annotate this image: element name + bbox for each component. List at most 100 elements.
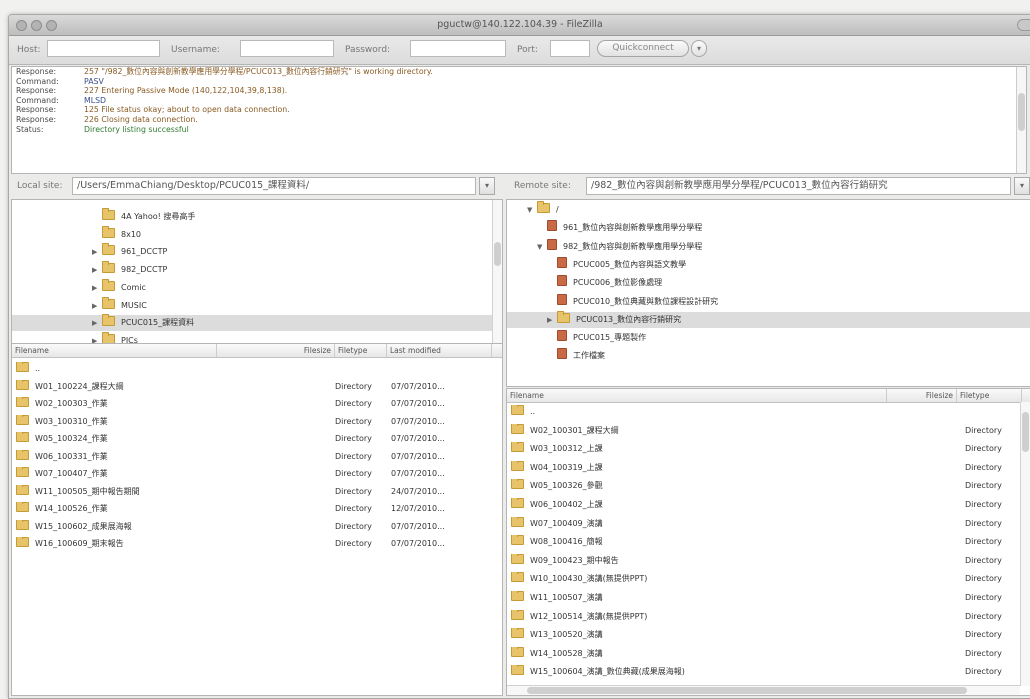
remote-list-hscrollbar-thumb[interactable]	[527, 687, 967, 694]
table-row[interactable]: W14_100526_作業 Directory 12/07/2010...	[12, 502, 502, 516]
remote-col-filename[interactable]: Filename	[507, 389, 887, 402]
local-col-filename[interactable]: Filename	[12, 344, 217, 357]
table-row[interactable]: W10_100430_演講(無提供PPT) Directory	[507, 572, 1020, 586]
folder-icon	[511, 498, 524, 508]
table-row[interactable]: W01_100224_課程大綱 Directory 07/07/2010...	[12, 379, 502, 394]
tree-node[interactable]: 4A Yahoo! 搜尋高手	[12, 208, 492, 225]
tree-node[interactable]: 8x10	[12, 225, 492, 243]
remote-file-list[interactable]: Filename Filesize Filetype .. W02_100301_…	[506, 388, 1030, 696]
table-row[interactable]: W09_100423_期中報告 Directory	[507, 553, 1020, 568]
tree-node[interactable]: ▶ PCUC013_數位內容行銷研究	[507, 310, 1030, 328]
disclosure-expanded-icon[interactable]: ▼	[537, 239, 547, 255]
port-input[interactable]	[550, 40, 590, 57]
local-tree-scrollbar-thumb[interactable]	[494, 242, 501, 266]
tree-node[interactable]: 961_數位內容與創新教學應用學分學程	[507, 220, 1030, 236]
table-row[interactable]: ..	[12, 362, 502, 376]
table-row[interactable]: W16_100609_期末報告 Directory 07/07/2010...	[12, 537, 502, 551]
file-name: W07_100409_演講	[530, 518, 603, 528]
local-col-filetype[interactable]: Filetype	[335, 344, 387, 357]
table-row[interactable]: W07_100409_演講 Directory	[507, 516, 1020, 531]
remote-site-path-field[interactable]: /982_數位內容與創新教學應用學分學程/PCUC013_數位內容行銷研究	[586, 177, 1011, 195]
tree-node[interactable]: ▼ 982_數位內容與創新教學應用學分學程	[507, 238, 1030, 255]
file-name: W11_100507_演講	[530, 593, 603, 602]
table-row[interactable]: W11_100507_演講 Directory	[507, 591, 1020, 605]
disclosure-collapsed-icon[interactable]: ▶	[92, 244, 102, 260]
username-label: Username:	[171, 45, 220, 55]
file-name: ..	[530, 407, 536, 416]
table-row[interactable]: W14_100528_演講 Directory	[507, 646, 1020, 661]
tree-node[interactable]: 工作檔案	[507, 348, 1030, 364]
table-row[interactable]: W06_100331_作業 Directory 07/07/2010...	[12, 449, 502, 464]
title-bar: pguctw@140.122.104.39 - FileZilla	[9, 15, 1030, 36]
disclosure-collapsed-icon[interactable]: ▶	[92, 298, 102, 314]
remote-list-scrollbar-thumb[interactable]	[1022, 412, 1029, 452]
table-row[interactable]: W05_100324_作業 Directory 07/07/2010...	[12, 432, 502, 446]
local-col-filesize[interactable]: Filesize	[217, 344, 335, 357]
disclosure-expanded-icon[interactable]: ▼	[527, 202, 537, 218]
remote-col-filetype[interactable]: Filetype	[957, 389, 1022, 402]
tree-node[interactable]: ▶ 982_DCCTP	[12, 261, 492, 278]
folder-icon	[537, 201, 550, 213]
file-type-cell: Directory	[965, 518, 1002, 528]
table-row[interactable]: W12_100514_演講(無提供PPT) Directory	[507, 609, 1020, 624]
remote-directory-tree[interactable]: ▼/ 961_數位內容與創新教學應用學分學程 ▼ 982_數位內容與創新教學應用學分學…	[506, 199, 1030, 387]
message-log[interactable]: Response: 257 "/982_數位內容與創新教學應用學分學程/PCUC0…	[11, 66, 1027, 174]
table-row[interactable]: W11_100505_期中報告期間 Directory 24/07/2010...	[12, 484, 502, 499]
disclosure-collapsed-icon[interactable]: ▶	[92, 315, 102, 331]
quickconnect-button[interactable]: Quickconnect	[597, 40, 689, 57]
file-name: W07_100407_作業	[35, 469, 108, 478]
table-row[interactable]: W05_100326_參觀 Directory	[507, 479, 1020, 493]
tree-node[interactable]: PCUC010_數位典藏與數位課程設計研究	[507, 293, 1030, 310]
log-scrollbar[interactable]	[1016, 67, 1026, 173]
chevron-down-icon: ▾	[696, 44, 701, 53]
table-row[interactable]: W13_100520_演講 Directory	[507, 628, 1020, 642]
file-type-cell: Directory	[965, 555, 1002, 565]
table-row[interactable]: W03_100312_上課 Directory	[507, 442, 1020, 456]
table-row[interactable]: W04_100319_上課 Directory	[507, 460, 1020, 475]
tree-node-label: PCUC010_數位典藏與數位課程設計研究	[573, 296, 719, 306]
toolbar-toggle-button[interactable]	[1017, 19, 1030, 31]
tree-node[interactable]: PCUC005_數位內容與語文教學	[507, 256, 1030, 273]
password-input[interactable]	[410, 40, 506, 57]
tree-node[interactable]: ▶ 961_DCCTP	[12, 243, 492, 260]
table-row[interactable]: W15_100602_成果展海報 Directory 07/07/2010...	[12, 519, 502, 534]
disclosure-collapsed-icon[interactable]: ▶	[92, 280, 102, 296]
file-modified-cell: 07/07/2010...	[391, 381, 445, 391]
file-name: W04_100319_上課	[530, 462, 603, 472]
table-row[interactable]: W02_100303_作業 Directory 07/07/2010...	[12, 397, 502, 411]
log-scrollbar-thumb[interactable]	[1018, 93, 1025, 131]
table-row[interactable]: W07_100407_作業 Directory 07/07/2010...	[12, 467, 502, 481]
local-tree-scrollbar[interactable]	[492, 200, 502, 348]
tree-node[interactable]: PCUC006_數位影像處理	[507, 275, 1030, 291]
table-row[interactable]: W03_100310_作業 Directory 07/07/2010...	[12, 414, 502, 429]
tree-node[interactable]: PCUC015_專題製作	[507, 330, 1030, 346]
table-row[interactable]: W02_100301_課程大綱 Directory	[507, 423, 1020, 438]
tree-node[interactable]: ▶ MUSIC	[12, 296, 492, 314]
tree-node-label: PCUC013_數位內容行銷研究	[576, 314, 682, 324]
local-file-list[interactable]: Filename Filesize Filetype Last modified…	[11, 343, 503, 696]
log-entry: Response: 125 File status okay; about to …	[12, 105, 1026, 115]
quickconnect-dropdown[interactable]: ▾	[691, 40, 707, 57]
remote-list-scrollbar[interactable]	[1020, 402, 1030, 686]
remote-col-filesize[interactable]: Filesize	[887, 389, 957, 402]
table-row[interactable]: ..	[507, 405, 1020, 419]
host-input[interactable]	[47, 40, 160, 57]
file-type-cell: Directory	[335, 469, 372, 478]
log-entry: Command: PASV	[12, 77, 1026, 87]
remote-site-dropdown[interactable]: ▾	[1014, 177, 1030, 195]
table-row[interactable]: W06_100402_上課 Directory	[507, 498, 1020, 512]
local-site-dropdown[interactable]: ▾	[479, 177, 495, 195]
tree-node[interactable]: ▶ Comic	[12, 278, 492, 296]
file-type-cell: Directory	[335, 486, 372, 496]
remote-list-hscrollbar[interactable]	[507, 685, 1020, 695]
local-site-path-field[interactable]: /Users/EmmaChiang/Desktop/PCUC015_課程資料/	[72, 177, 476, 195]
disclosure-collapsed-icon[interactable]: ▶	[92, 262, 102, 278]
tree-node[interactable]: ▶ PCUC015_課程資料	[12, 314, 492, 332]
disclosure-collapsed-icon[interactable]: ▶	[547, 312, 557, 328]
local-directory-tree[interactable]: 4A Yahoo! 搜尋高手 8x10 ▶ 961_DCCTP ▶ 982_DCCTP ▶ C…	[11, 199, 503, 349]
tree-node[interactable]: ▼ /	[507, 201, 1030, 218]
local-col-last-modified[interactable]: Last modified	[387, 344, 492, 357]
table-row[interactable]: W15_100604_演講_數位典藏(成果展海報) Directory	[507, 665, 1020, 679]
table-row[interactable]: W08_100416_簡報 Directory	[507, 535, 1020, 549]
username-input[interactable]	[240, 40, 334, 57]
